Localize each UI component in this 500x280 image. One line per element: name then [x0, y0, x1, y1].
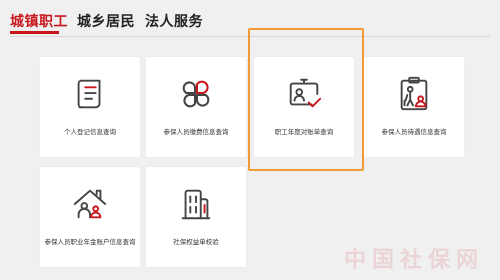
card-benefits-query[interactable]: 参保人员待遇信息查询: [364, 57, 464, 157]
card-label: 参保人员职业年金账户信息查询: [44, 239, 136, 246]
tab-urban-rural-residents[interactable]: 城乡居民: [77, 11, 135, 31]
active-tab-indicator: [10, 31, 59, 34]
card-personal-registration-query[interactable]: 个人登记信息查询: [40, 57, 140, 157]
card-label: 职工年度对账单查询: [274, 129, 334, 136]
tab-divider: [10, 36, 490, 37]
tab-legal-entity-services[interactable]: 法人服务: [145, 11, 203, 31]
tab-urban-employees[interactable]: 城镇职工: [10, 11, 68, 31]
card-label: 个人登记信息查询: [64, 129, 116, 136]
card-annual-statement-query[interactable]: 职工年度对账单查询: [254, 57, 354, 157]
service-tabs: 城镇职工 城乡居民 法人服务: [0, 0, 500, 38]
card-social-security-rights-verification[interactable]: 社保权益单校验: [146, 167, 246, 267]
id-badge-check-icon: [285, 75, 323, 113]
card-label: 参保人员待遇信息查询: [381, 129, 447, 136]
card-occupational-annuity-query[interactable]: 参保人员职业年金账户信息查询: [40, 167, 140, 267]
card-contribution-payment-query[interactable]: 参保人员缴费信息查询: [146, 57, 246, 157]
clover-icon: [177, 75, 215, 113]
building-icon: [177, 185, 215, 223]
card-label: 参保人员缴费信息查询: [163, 129, 229, 136]
house-family-icon: [71, 185, 109, 223]
card-label: 社保权益单校验: [173, 239, 219, 246]
watermark: 中国社保网: [343, 247, 484, 272]
clipboard-elder-icon: [395, 75, 433, 113]
document-icon: [71, 75, 109, 113]
